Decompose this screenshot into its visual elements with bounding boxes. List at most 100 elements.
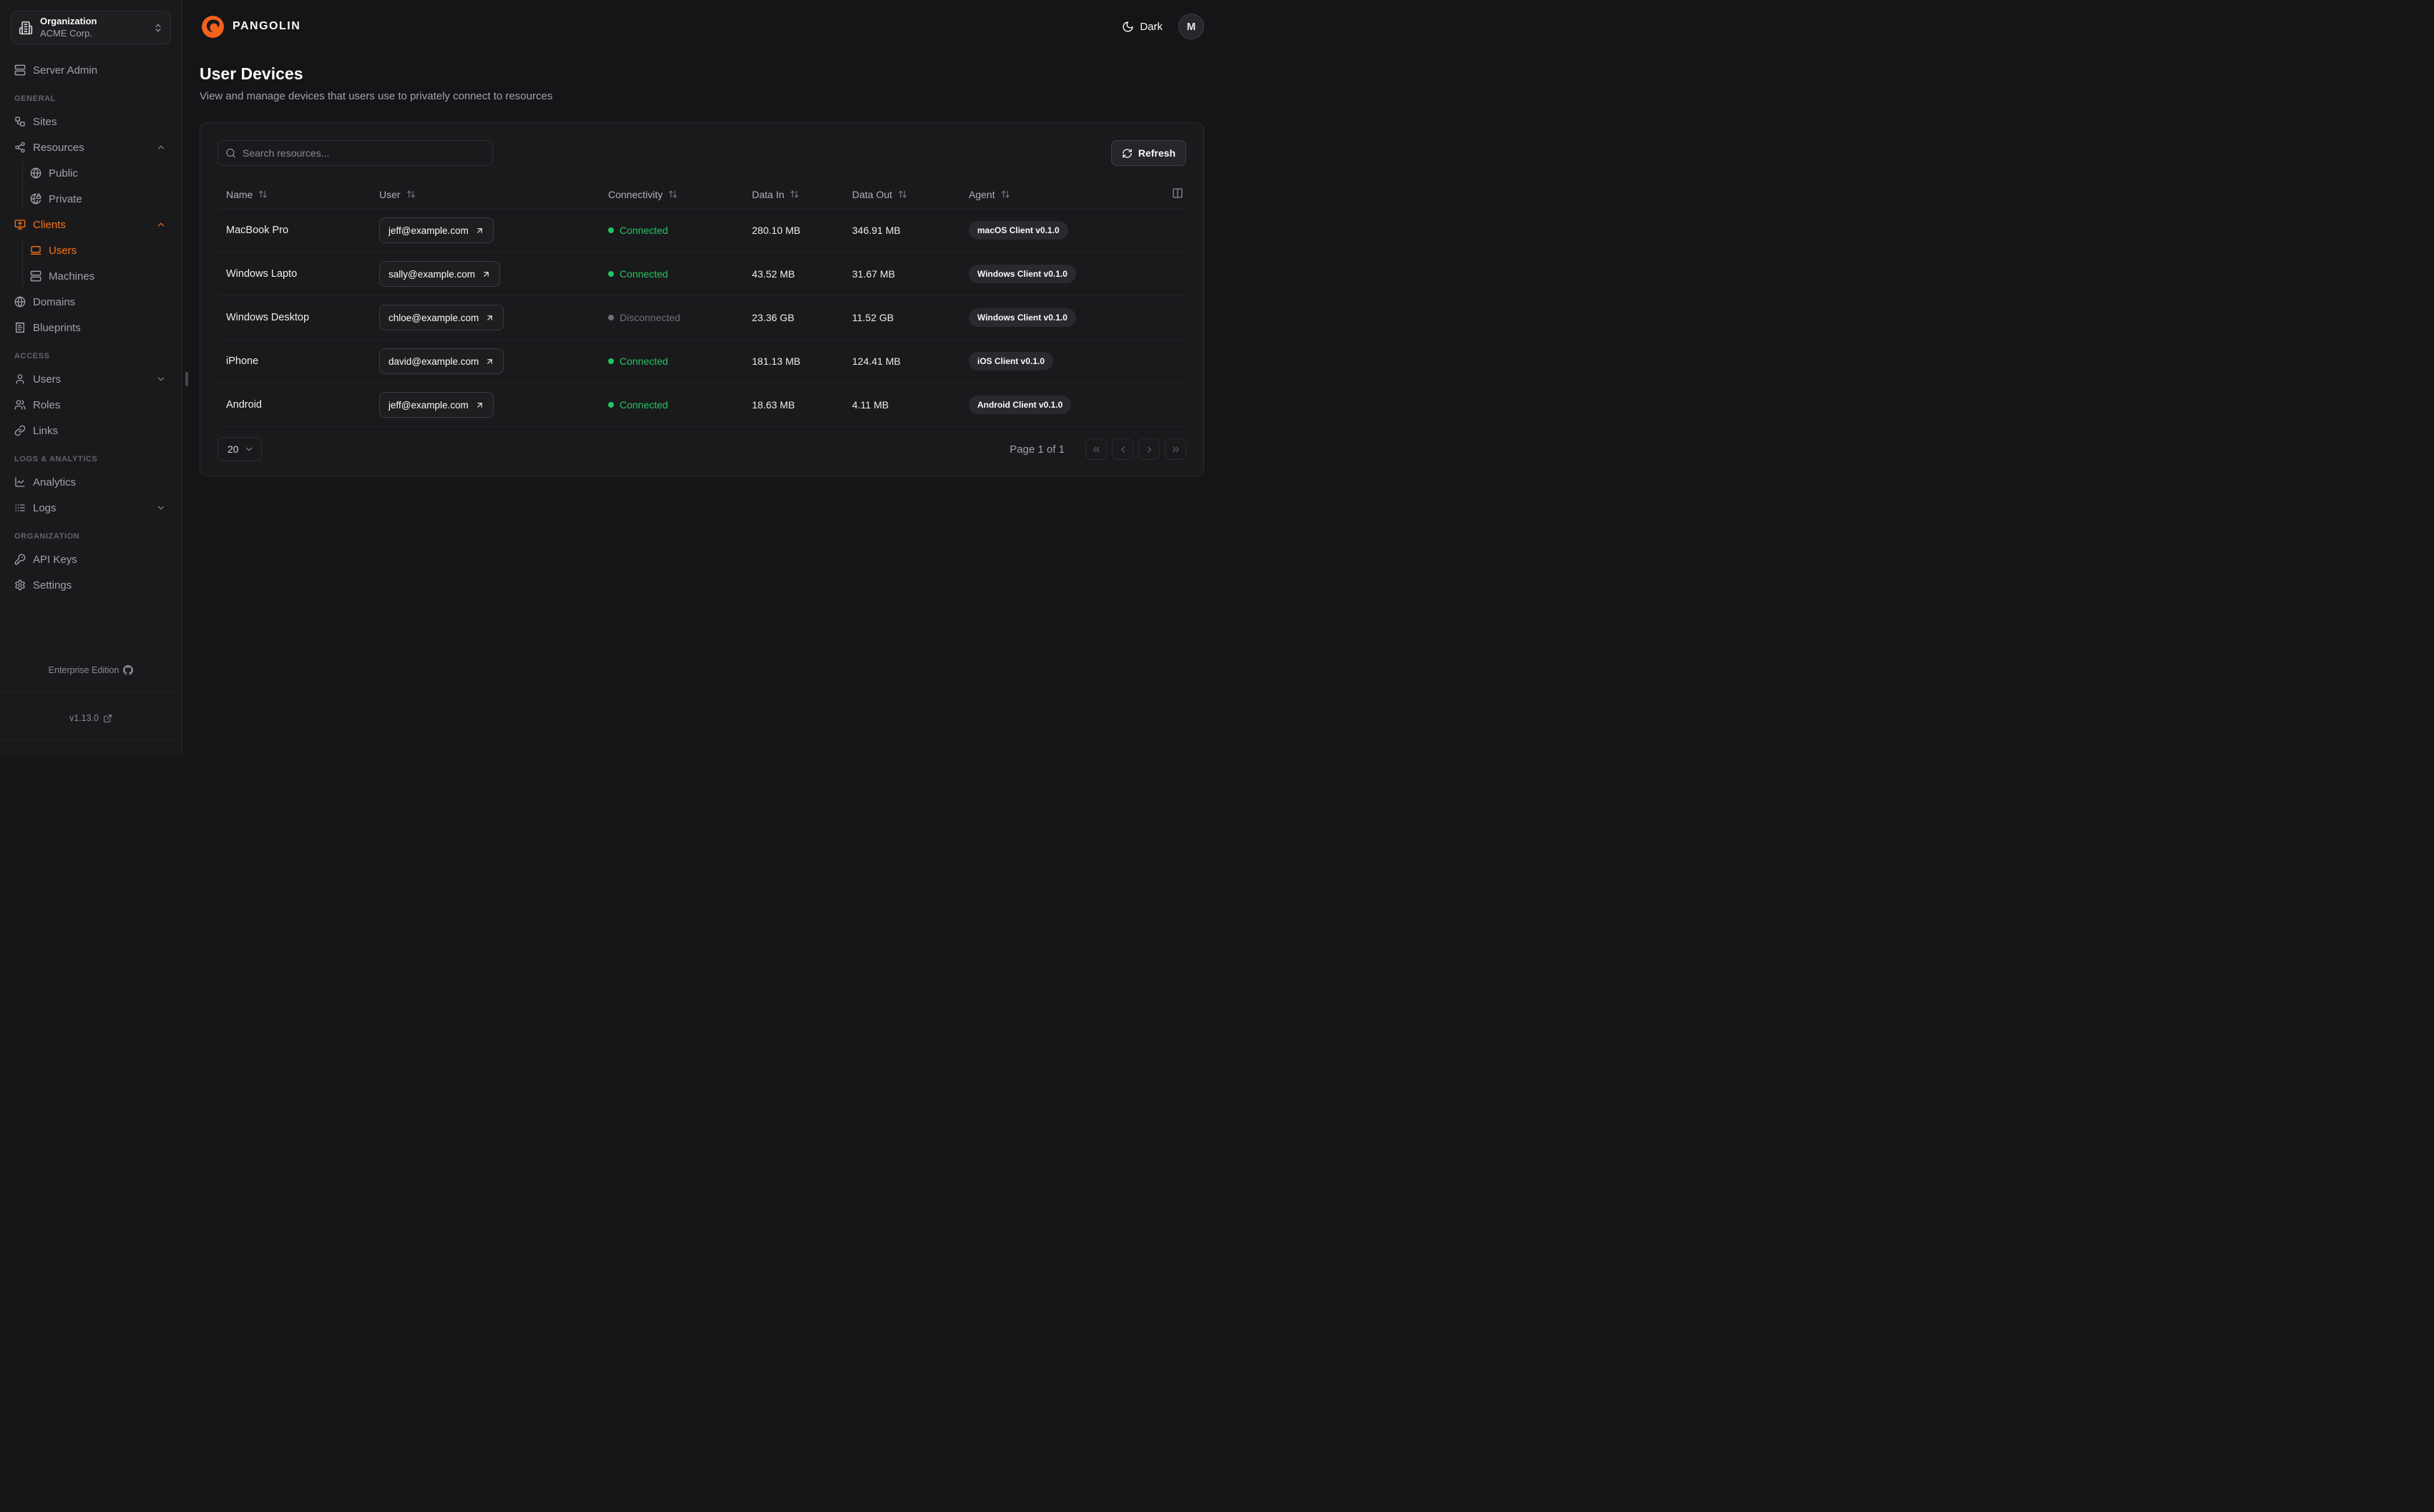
connectivity-status: Connected bbox=[608, 268, 743, 280]
last-page-button[interactable] bbox=[1165, 438, 1186, 460]
section-title-general: GENERAL bbox=[14, 94, 166, 103]
user-link-button[interactable]: jeff@example.com bbox=[379, 392, 494, 418]
sidebar-item-label: Settings bbox=[33, 579, 72, 591]
column-label: Connectivity bbox=[608, 189, 663, 200]
connectivity-status: Connected bbox=[608, 399, 743, 411]
user-link-button[interactable]: sally@example.com bbox=[379, 261, 500, 287]
server-icon bbox=[30, 270, 41, 282]
sidebar-item-private[interactable]: Private bbox=[30, 187, 166, 210]
globe-lock-icon bbox=[30, 193, 41, 205]
sidebar-item-domains[interactable]: Domains bbox=[14, 290, 166, 313]
agent-cell: Android Client v0.1.0 bbox=[960, 396, 1158, 414]
column-header-connectivity[interactable]: Connectivity bbox=[600, 189, 743, 200]
sidebar-item-blueprints[interactable]: Blueprints bbox=[14, 316, 166, 339]
column-label: Data Out bbox=[852, 189, 892, 200]
user-link-button[interactable]: chloe@example.com bbox=[379, 305, 504, 330]
org-switcher[interactable]: Organization ACME Corp. bbox=[11, 11, 171, 44]
column-label: Name bbox=[226, 189, 253, 200]
data-in: 280.10 MB bbox=[743, 225, 844, 236]
chevron-down-icon bbox=[156, 374, 166, 384]
sidebar-item-clients[interactable]: Clients bbox=[14, 213, 166, 236]
sidebar-item-label: Users bbox=[49, 245, 77, 257]
chevron-left-icon bbox=[1118, 444, 1128, 455]
sidebar-scrollbar-thumb[interactable] bbox=[185, 372, 188, 386]
key-icon bbox=[14, 554, 26, 565]
sidebar-item-public[interactable]: Public bbox=[30, 162, 166, 185]
column-header-name[interactable]: Name bbox=[218, 189, 371, 200]
user-email: sally@example.com bbox=[388, 269, 475, 280]
table-header-row: Name User Connectivity Data In Data Out Agent bbox=[218, 180, 1186, 209]
user-link-button[interactable]: david@example.com bbox=[379, 348, 504, 374]
arrow-up-right-icon bbox=[475, 401, 484, 410]
data-in: 43.52 MB bbox=[743, 268, 844, 280]
version-link[interactable]: v1.13.0 bbox=[0, 697, 182, 740]
column-header-agent[interactable]: Agent bbox=[960, 189, 1158, 200]
github-icon[interactable] bbox=[123, 665, 133, 675]
column-header-data-out[interactable]: Data Out bbox=[844, 189, 960, 200]
arrow-up-right-icon bbox=[482, 270, 491, 279]
chevron-up-icon bbox=[156, 142, 166, 152]
user-cell: jeff@example.com bbox=[371, 392, 600, 418]
globe-icon bbox=[14, 296, 26, 308]
column-header-data-in[interactable]: Data In bbox=[743, 189, 844, 200]
page-size-select[interactable]: 20 bbox=[218, 437, 262, 461]
brand-logo-link[interactable]: PANGOLIN bbox=[200, 14, 300, 40]
connectivity-cell: Connected bbox=[600, 268, 743, 280]
sidebar-item-api-keys[interactable]: API Keys bbox=[14, 548, 166, 571]
table-row: iPhone david@example.com Connected 181.1… bbox=[218, 340, 1186, 383]
search-icon bbox=[225, 148, 236, 159]
link-icon bbox=[14, 425, 26, 436]
agent-badge: Android Client v0.1.0 bbox=[969, 396, 1071, 414]
connectivity-label: Connected bbox=[620, 225, 668, 236]
agent-badge: Windows Client v0.1.0 bbox=[969, 308, 1076, 327]
chevrons-right-icon bbox=[1170, 444, 1181, 455]
sidebar-item-server-admin[interactable]: Server Admin bbox=[14, 59, 166, 82]
pagination-bar: 20 Page 1 of 1 bbox=[218, 437, 1186, 461]
sort-icon bbox=[898, 190, 907, 199]
sidebar-item-settings[interactable]: Settings bbox=[14, 574, 166, 597]
first-page-button[interactable] bbox=[1085, 438, 1107, 460]
sidebar-item-users[interactable]: Users bbox=[30, 239, 166, 262]
columns-icon bbox=[1172, 187, 1183, 201]
top-bar: PANGOLIN Dark M bbox=[200, 0, 1204, 53]
column-header-user[interactable]: User bbox=[371, 189, 600, 200]
refresh-button[interactable]: Refresh bbox=[1111, 140, 1186, 166]
data-out: 346.91 MB bbox=[844, 225, 960, 236]
chevron-down-icon bbox=[244, 444, 254, 454]
status-dot-icon bbox=[608, 227, 614, 233]
arrow-up-right-icon bbox=[485, 313, 494, 323]
user-email: jeff@example.com bbox=[388, 225, 469, 236]
user-link-button[interactable]: jeff@example.com bbox=[379, 217, 494, 243]
device-name: Windows Lapto bbox=[218, 268, 371, 280]
sidebar-item-label: Users bbox=[33, 373, 61, 386]
devices-card: Refresh Name User Connectivity Data In Data … bbox=[200, 122, 1204, 476]
data-out: 31.67 MB bbox=[844, 268, 960, 280]
sort-icon bbox=[668, 190, 678, 199]
sidebar-item-machines[interactable]: Machines bbox=[30, 265, 166, 288]
data-out: 4.11 MB bbox=[844, 399, 960, 411]
prev-page-button[interactable] bbox=[1112, 438, 1133, 460]
avatar[interactable]: M bbox=[1178, 14, 1204, 39]
sidebar-item-sites[interactable]: Sites bbox=[14, 110, 166, 133]
sidebar-item-logs[interactable]: Logs bbox=[14, 496, 166, 519]
sidebar-item-roles[interactable]: Roles bbox=[14, 393, 166, 416]
connectivity-label: Disconnected bbox=[620, 312, 680, 323]
agent-badge: Windows Client v0.1.0 bbox=[969, 265, 1076, 283]
sidebar-item-label: Logs bbox=[33, 502, 57, 514]
connectivity-status: Connected bbox=[608, 225, 743, 236]
next-page-button[interactable] bbox=[1138, 438, 1160, 460]
search-box bbox=[218, 140, 493, 166]
main-content: PANGOLIN Dark M User Devices View and ma… bbox=[182, 0, 1217, 756]
table-row: Android jeff@example.com Connected 18.63… bbox=[218, 383, 1186, 427]
sidebar-item-label: API Keys bbox=[33, 554, 77, 566]
search-input[interactable] bbox=[218, 140, 493, 166]
theme-toggle[interactable]: Dark bbox=[1122, 21, 1163, 33]
sidebar-item-resources[interactable]: Resources bbox=[14, 136, 166, 159]
column-visibility-button[interactable] bbox=[1170, 186, 1185, 202]
user-icon bbox=[14, 373, 26, 385]
data-in: 23.36 GB bbox=[743, 312, 844, 323]
app-root: Organization ACME Corp. Server Admin GENE… bbox=[0, 0, 1217, 756]
sidebar-item-analytics[interactable]: Analytics bbox=[14, 471, 166, 494]
sidebar-item-links[interactable]: Links bbox=[14, 419, 166, 442]
sidebar-item-users[interactable]: Users bbox=[14, 368, 166, 391]
